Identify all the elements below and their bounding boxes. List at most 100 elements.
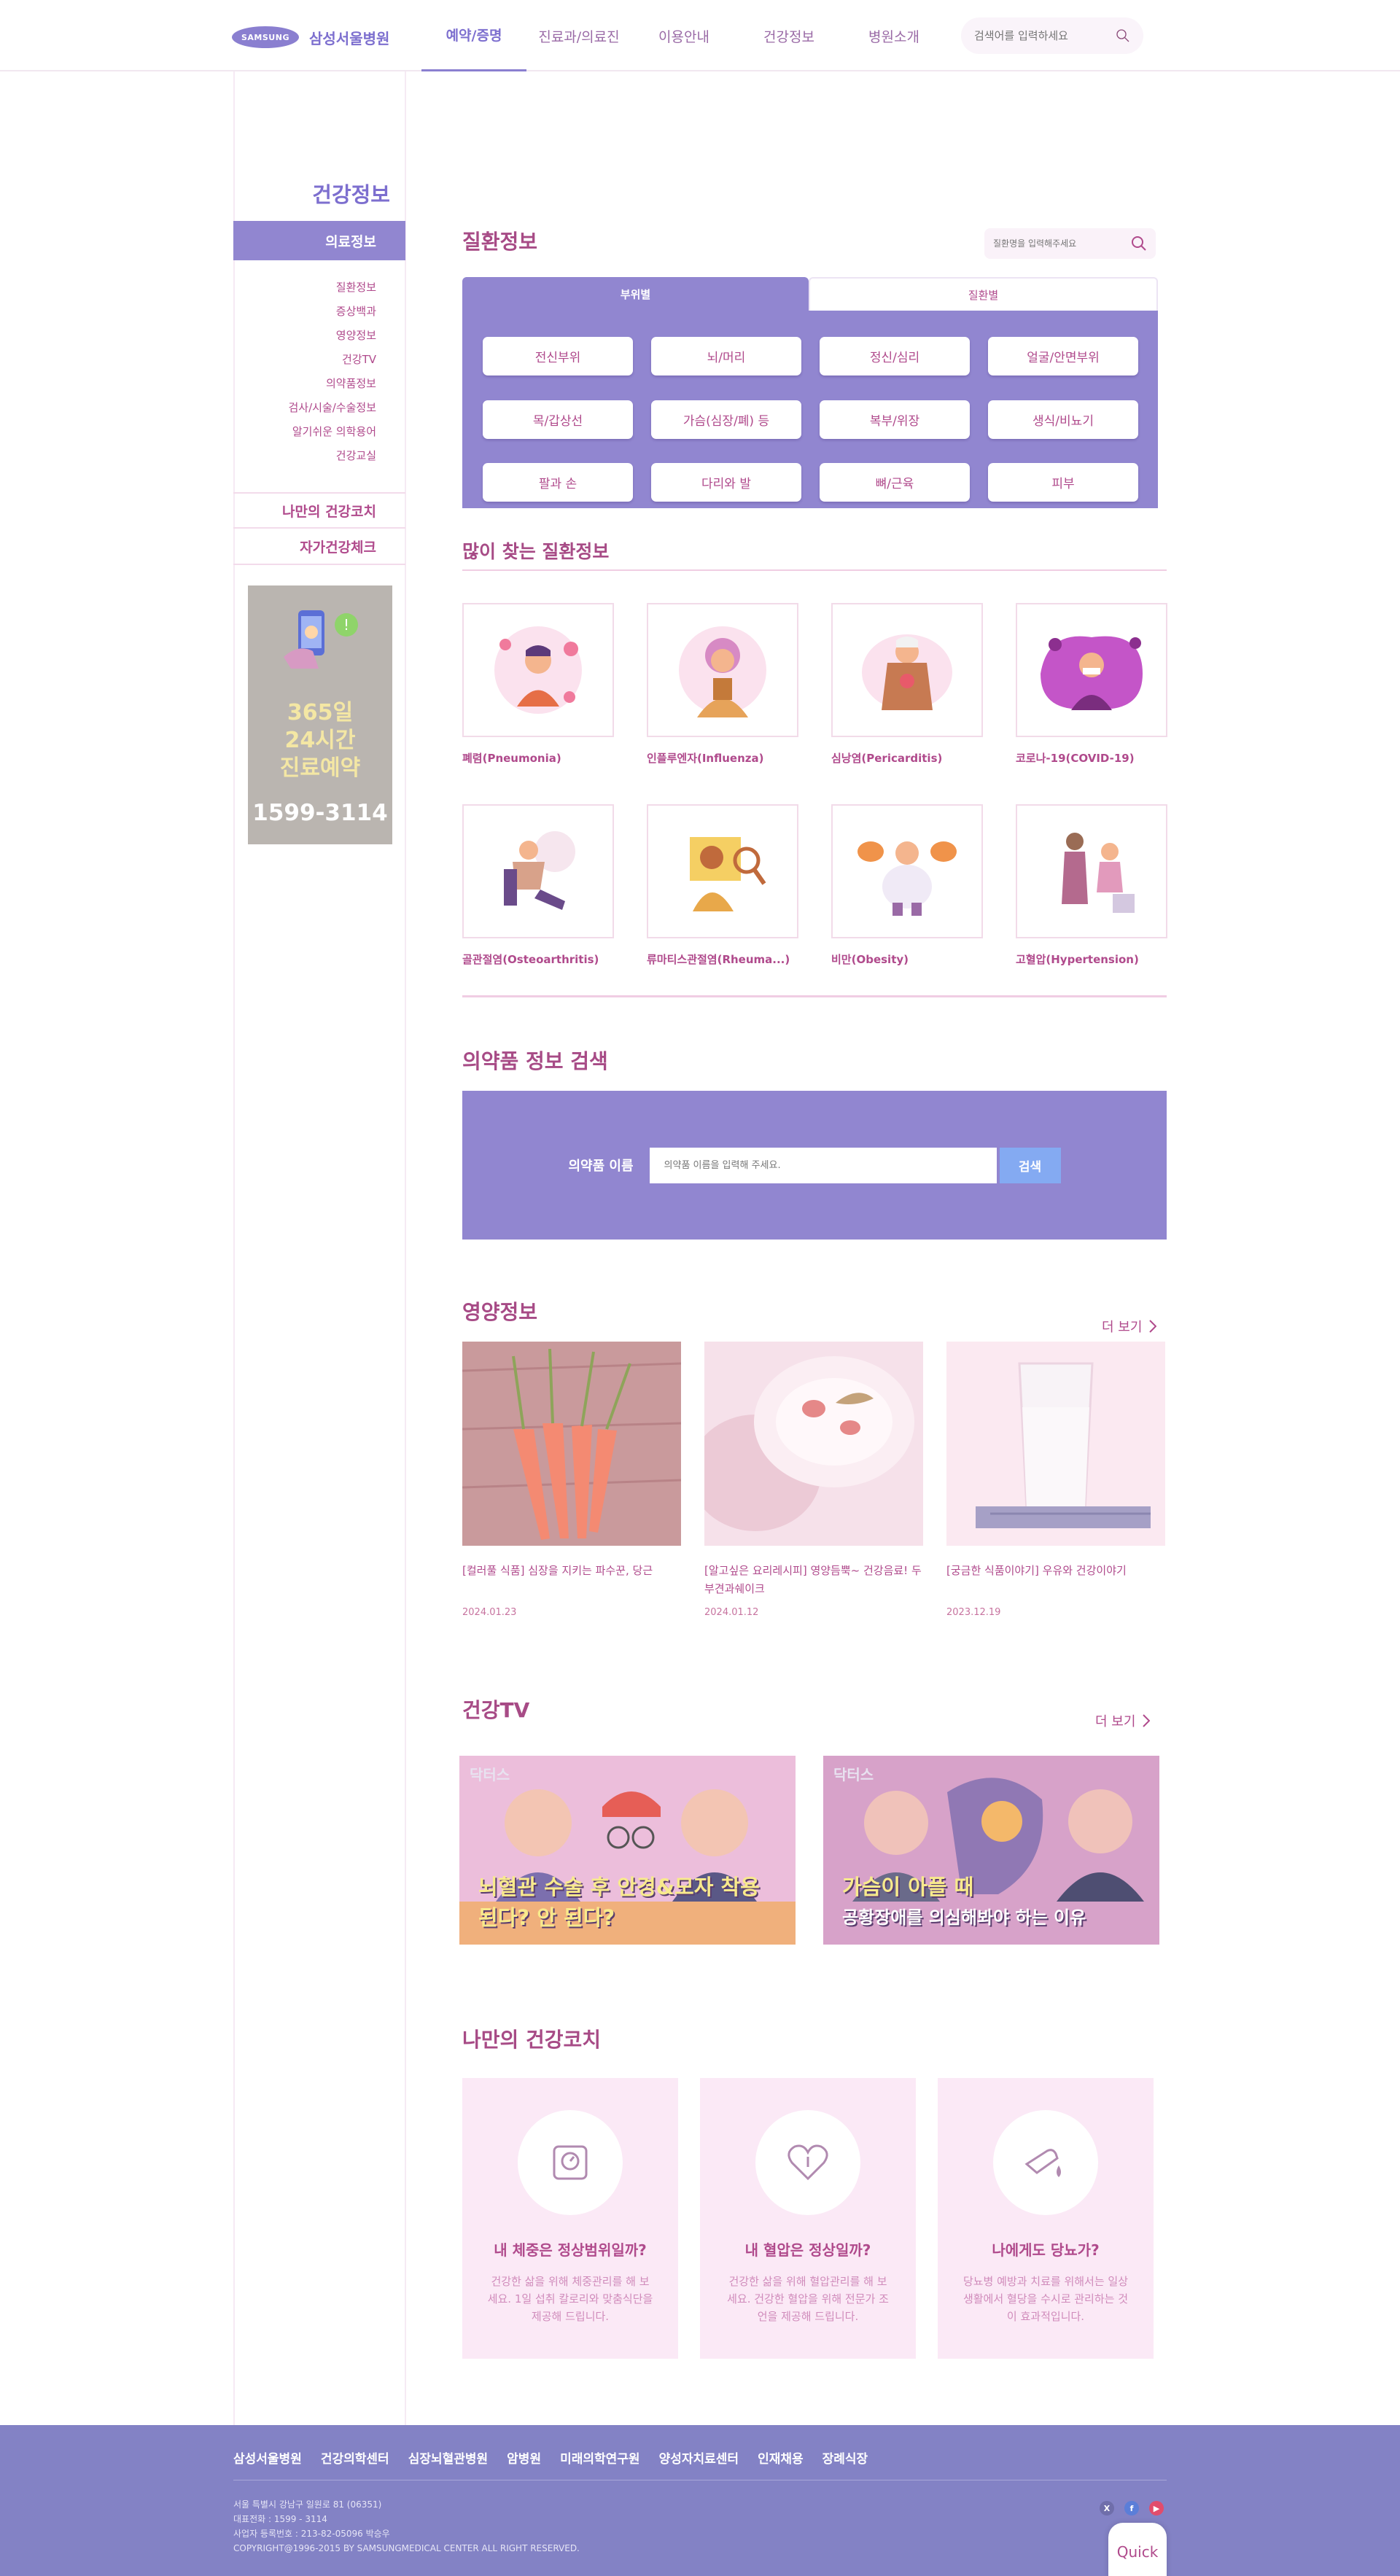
nutrition-card[interactable]: [궁금한 식품이야기] 우유와 건강이야기 2023.12.19 (946, 1342, 1165, 1618)
x-twitter-icon[interactable]: X (1100, 2501, 1114, 2515)
body-part-button[interactable]: 가슴(심장/폐) 등 (651, 400, 801, 439)
coach-card-diabetes[interactable]: 나에게도 당뇨가? 당뇨병 예방과 치료를 위해서는 일상생활에서 혈당을 수시… (938, 2078, 1154, 2359)
coach-card-weight[interactable]: 내 체중은 정상범위일까? 건강한 삶을 위해 체중관리를 해 보세요. 1일 … (462, 2078, 678, 2359)
sidebar-item-medical-info[interactable]: 의료정보 (233, 221, 405, 260)
drug-search-panel: 의약품 이름 검색 (462, 1091, 1167, 1240)
footer-links: 삼성서울병원 건강의학센터 심장뇌혈관병원 암병원 미래의학연구원 양성자치료센… (233, 2448, 868, 2467)
nutrition-card-date: 2024.01.23 (462, 1607, 517, 1618)
divider (462, 569, 1167, 571)
banner-text: 365일 24시간 진료예약 (279, 700, 361, 781)
body-part-button[interactable]: 팔과 손 (483, 463, 633, 502)
body-part-button[interactable]: 생식/비뇨기 (988, 400, 1138, 439)
coach-card-title: 내 체중은 정상범위일까? (494, 2241, 647, 2259)
disease-search-input[interactable] (993, 238, 1124, 249)
nutrition-card-date: 2023.12.19 (946, 1607, 1001, 1618)
tv-more-link[interactable]: 더 보기 (1095, 1711, 1151, 1730)
carrot-photo (462, 1342, 681, 1546)
nav-guide[interactable]: 이용안내 (631, 0, 736, 71)
submenu-health-tv[interactable]: 건강TV (233, 348, 405, 372)
svg-text:!: ! (343, 616, 349, 634)
nutrition-card[interactable]: [컬러풀 식품] 심장을 지키는 파수꾼, 당근 2024.01.23 (462, 1342, 681, 1618)
samsung-logo-mark: SAMSUNG (232, 26, 299, 48)
footer-link[interactable]: 양성자치료센터 (659, 2448, 739, 2467)
nav-health-info[interactable]: 건강정보 (736, 0, 841, 71)
search-icon[interactable] (1116, 25, 1130, 47)
nutrition-more-link[interactable]: 더 보기 (1102, 1317, 1157, 1336)
disease-card[interactable]: 코로나-19(COVID-19) (1016, 603, 1167, 766)
submenu-procedures[interactable]: 검사/시술/수술정보 (233, 396, 405, 420)
glucose-icon (993, 2110, 1098, 2215)
nutrition-card-title: [알고싶은 요리레시피] 영양듬뿍~ 건강음료! 두부견과쉐이크 (704, 1564, 922, 1595)
body-part-button[interactable]: 정신/심리 (820, 337, 970, 375)
disease-card[interactable]: 류마티스관절염(Rheuma...) (647, 804, 798, 967)
disease-card[interactable]: 폐렴(Pneumonia) (462, 603, 614, 766)
submenu-disease[interactable]: 질환정보 (233, 276, 405, 300)
footer-link[interactable]: 미래의학연구원 (560, 2448, 639, 2467)
disease-section-title: 질환정보 (462, 230, 538, 254)
body-part-button[interactable]: 목/갑상선 (483, 400, 633, 439)
footer-link[interactable]: 장례식장 (822, 2448, 868, 2467)
submenu-classes[interactable]: 건강교실 (233, 444, 405, 468)
global-search-input[interactable] (974, 29, 1105, 42)
disease-card-label: 골관절염(Osteoarthritis) (462, 953, 599, 966)
tab-by-body-part[interactable]: 부위별 (462, 277, 809, 311)
disease-search (984, 228, 1156, 259)
nav-about[interactable]: 병원소개 (841, 0, 946, 71)
tv-caption: 뇌혈관 수술 후 안경&모자 착용 된다? 안 된다? (478, 1875, 760, 1930)
search-icon[interactable] (1131, 236, 1147, 252)
submenu-drug[interactable]: 의약품정보 (233, 372, 405, 396)
coach-card-desc: 건강한 삶을 위해 혈압관리를 해 보세요. 건강한 혈압을 위해 전문가 조언… (727, 2275, 889, 2323)
drug-search-button[interactable]: 검색 (999, 1147, 1061, 1183)
disease-tabs: 부위별 질환별 (462, 277, 1158, 311)
quick-menu-button[interactable]: Quick (1108, 2523, 1167, 2576)
popular-row-2: 골관절염(Osteoarthritis) 류마티스관절염(Rheuma...) … (462, 804, 1167, 967)
disease-card[interactable]: 비만(Obesity) (831, 804, 983, 967)
disease-card[interactable]: 인플루엔자(Influenza) (647, 603, 798, 766)
coach-section-title: 나만의 건강코치 (462, 2028, 602, 2052)
nutrition-card[interactable]: [알고싶은 요리레시피] 영양듬뿍~ 건강음료! 두부견과쉐이크 2024.01… (704, 1342, 923, 1618)
main-nav: 예약/증명 진료과/의료진 이용안내 건강정보 병원소개 (421, 0, 946, 71)
more-label: 더 보기 (1102, 1320, 1143, 1335)
drug-name-input[interactable] (649, 1147, 997, 1183)
osteoarthritis-illustration (462, 804, 614, 938)
tv-video-thumbnail[interactable]: 닥터스 가슴이 아플 때 공황장애를 의심해봐야 하는 이유 (823, 1756, 1159, 1945)
disease-card-label: 인플루엔자(Influenza) (647, 752, 764, 765)
youtube-icon[interactable]: ▶ (1149, 2501, 1164, 2515)
footer-link[interactable]: 인재채용 (758, 2448, 804, 2467)
body-part-button[interactable]: 복부/위장 (820, 400, 970, 439)
nav-departments[interactable]: 진료과/의료진 (526, 0, 631, 71)
hospital-logo[interactable]: SAMSUNG 삼성서울병원 (232, 26, 389, 48)
body-part-button[interactable]: 피부 (988, 463, 1138, 502)
coach-card-title: 나에게도 당뇨가? (992, 2241, 1100, 2259)
footer-link[interactable]: 삼성서울병원 (233, 2448, 302, 2467)
disease-card-label: 비만(Obesity) (831, 953, 909, 966)
body-part-button[interactable]: 얼굴/안면부위 (988, 337, 1138, 375)
disease-card-label: 폐렴(Pneumonia) (462, 752, 561, 765)
body-part-button[interactable]: 뼈/근육 (820, 463, 970, 502)
tab-by-disease[interactable]: 질환별 (809, 277, 1158, 311)
disease-card[interactable]: 고혈압(Hypertension) (1016, 804, 1167, 967)
body-part-button[interactable]: 뇌/머리 (651, 337, 801, 375)
disease-card-label: 고혈압(Hypertension) (1016, 953, 1139, 966)
body-part-button[interactable]: 전신부위 (483, 337, 633, 375)
tv-section-title: 건강TV (462, 1698, 530, 1722)
facebook-icon[interactable]: f (1124, 2501, 1139, 2515)
submenu-symptoms[interactable]: 증상백과 (233, 300, 405, 324)
disease-card[interactable]: 골관절염(Osteoarthritis) (462, 804, 614, 967)
submenu-glossary[interactable]: 알기쉬운 의학용어 (233, 420, 405, 444)
coach-card-blood-pressure[interactable]: 내 혈압은 정상일까? 건강한 삶을 위해 혈압관리를 해 보세요. 건강한 혈… (700, 2078, 916, 2359)
sidebar-item-self-check[interactable]: 자가건강체크 (233, 529, 405, 565)
sidebar-item-health-coach[interactable]: 나만의 건강코치 (233, 492, 405, 529)
pneumonia-illustration (462, 603, 614, 737)
footer-link[interactable]: 암병원 (507, 2448, 541, 2467)
disease-card[interactable]: 심낭염(Pericarditis) (831, 603, 983, 766)
coach-card-desc: 건강한 삶을 위해 체중관리를 해 보세요. 1일 섭취 칼로리와 맞춤식단을 … (487, 2275, 653, 2323)
tv-video-thumbnail[interactable]: 닥터스 뇌혈관 수술 후 안경&모자 착용 된다? 안 된다? (459, 1756, 796, 1945)
submenu-nutrition[interactable]: 영양정보 (233, 324, 405, 348)
reservation-banner[interactable]: ! 365일 24시간 진료예약 1599-3114 (248, 585, 392, 844)
tv-brand-label: 닥터스 (470, 1766, 510, 1783)
nav-reservation[interactable]: 예약/증명 (421, 0, 526, 71)
footer-link[interactable]: 건강의학센터 (321, 2448, 389, 2467)
footer-link[interactable]: 심장뇌혈관병원 (408, 2448, 488, 2467)
body-part-button[interactable]: 다리와 발 (651, 463, 801, 502)
